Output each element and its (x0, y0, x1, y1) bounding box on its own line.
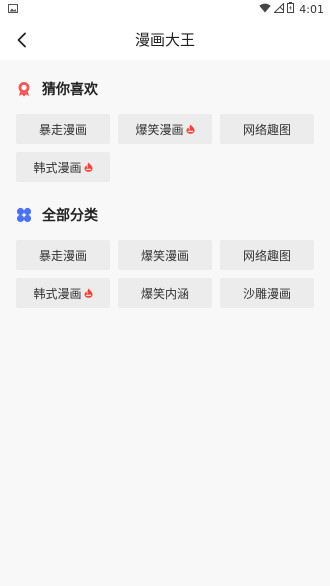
status-time: 4:01 (299, 2, 324, 16)
tag-favorites-1[interactable]: 爆笑漫画 (118, 114, 212, 144)
tag-category-2[interactable]: 网络趣图 (220, 240, 314, 270)
wifi-icon (259, 3, 271, 16)
fire-icon (84, 288, 93, 298)
section-favorites-header: 猜你喜欢 (16, 79, 98, 99)
section-favorites-title: 猜你喜欢 (42, 82, 98, 98)
tag-favorites-3[interactable]: 韩式漫画 (16, 152, 110, 182)
tag-favorites-2[interactable]: 网络趣图 (220, 114, 314, 144)
back-button[interactable] (10, 28, 34, 52)
tag-category-0[interactable]: 暴走漫画 (16, 240, 110, 270)
no-signal-icon (273, 1, 285, 16)
four-petal-icon (16, 207, 32, 223)
ribbon-badge-icon (16, 81, 32, 97)
tag-category-5[interactable]: 沙雕漫画 (220, 278, 314, 308)
tag-favorites-0[interactable]: 暴走漫画 (16, 114, 110, 144)
fire-icon (186, 124, 195, 134)
tag-category-1[interactable]: 爆笑漫画 (118, 240, 212, 270)
gallery-notification-icon (8, 3, 18, 16)
status-bar: 4:01 (0, 0, 330, 18)
fire-icon (84, 162, 93, 172)
tag-category-4[interactable]: 爆笑内涵 (118, 278, 212, 308)
page-title: 漫画大王 (134, 30, 195, 49)
tag-category-3[interactable]: 韩式漫画 (16, 278, 110, 308)
section-categories-header: 全部分类 (16, 205, 98, 225)
app-header: 漫画大王 (0, 18, 330, 60)
chevron-left-icon (17, 32, 26, 48)
battery-icon (287, 2, 295, 16)
section-categories-title: 全部分类 (42, 208, 98, 224)
